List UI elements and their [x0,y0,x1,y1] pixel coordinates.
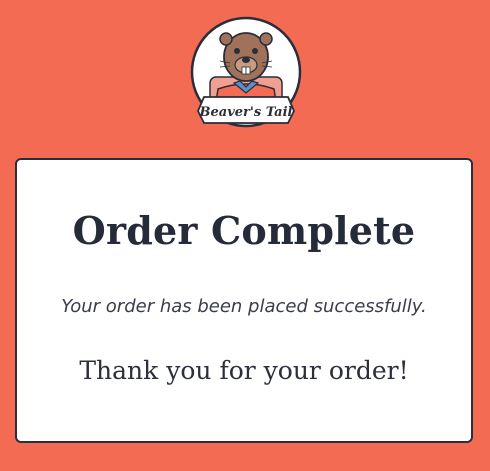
thank-you-message: Thank you for your order! [79,356,409,385]
confirmation-message: Your order has been placed successfully. [61,296,427,317]
order-confirmation-card: Order Complete Your order has been place… [15,158,473,443]
brand-logo: Beaver's Tail [190,15,302,130]
logo-text: Beaver's Tail [199,105,293,120]
beaver-mascot-icon: Beaver's Tail [190,16,302,128]
page-title: Order Complete [72,208,416,253]
